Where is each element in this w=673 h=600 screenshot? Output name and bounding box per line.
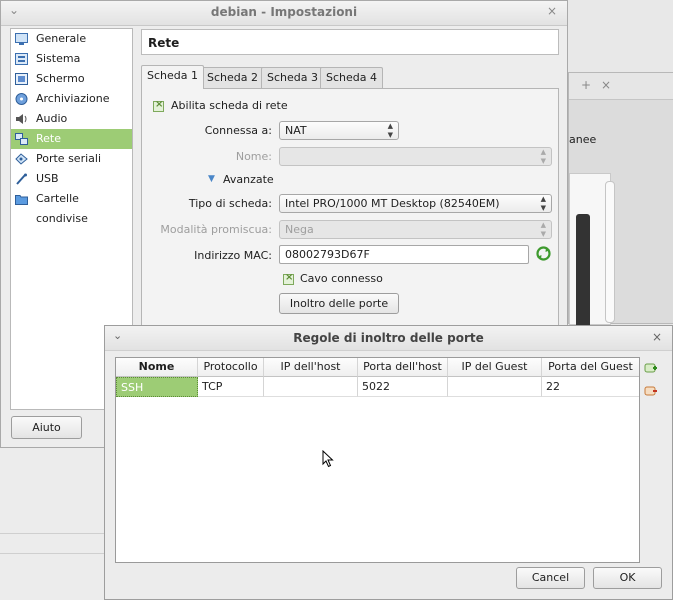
sidebar-item-audio[interactable]: Audio xyxy=(11,109,132,129)
settings-window-titlebar: ⌄ debian - Impostazioni × xyxy=(1,1,567,26)
add-rule-icon[interactable] xyxy=(644,361,658,375)
serial-ports-icon xyxy=(15,153,28,165)
close-icon[interactable]: × xyxy=(652,330,662,344)
underlying-window-bottom xyxy=(0,448,105,600)
cable-connected-label: Cavo connesso xyxy=(300,272,383,285)
enable-adapter-checkbox[interactable] xyxy=(153,99,164,112)
sidebar-item-label: Cartelle condivise xyxy=(36,192,88,225)
adapter-type-combobox[interactable]: Intel PRO/1000 MT Desktop (82540EM) ▲ ▼ xyxy=(279,194,552,213)
background-window-partial-text: anee xyxy=(569,133,597,146)
sidebar-item-archiviazione[interactable]: Archiviazione xyxy=(11,89,132,109)
cell-guest-ip[interactable] xyxy=(448,377,542,397)
mac-address-label: Indirizzo MAC: xyxy=(194,249,272,262)
sidebar-item-porte-seriali[interactable]: Porte seriali xyxy=(11,149,132,169)
network-icon xyxy=(15,133,28,145)
column-header-ip-host[interactable]: IP dell'host xyxy=(264,358,358,377)
column-header-ip-guest[interactable]: IP del Guest xyxy=(448,358,542,377)
column-header-nome[interactable]: Nome xyxy=(116,358,198,377)
dialog-titlebar: ⌄ Regole di inoltro delle porte × xyxy=(105,326,672,351)
adapter-type-label: Tipo di scheda: xyxy=(188,197,272,210)
dialog-title: Regole di inoltro delle porte xyxy=(293,331,484,345)
refresh-mac-icon[interactable] xyxy=(536,246,551,261)
attached-to-combobox[interactable]: NAT ▲ ▼ xyxy=(279,121,399,140)
name-label: Nome: xyxy=(235,150,272,163)
storage-icon xyxy=(15,93,28,105)
window-title: debian - Impostazioni xyxy=(210,5,358,19)
help-button[interactable]: Aiuto xyxy=(11,416,82,439)
updown-arrow-icon: ▲ ▼ xyxy=(387,122,393,139)
tab-scheda-1[interactable]: Scheda 1 xyxy=(141,65,204,89)
sidebar-item-schermo[interactable]: Schermo xyxy=(11,69,132,89)
column-header-protocollo[interactable]: Protocollo xyxy=(198,358,264,377)
divider xyxy=(0,533,105,534)
advanced-toggle[interactable]: Avanzate xyxy=(223,173,274,186)
cell-protocol[interactable]: TCP xyxy=(198,377,264,397)
tab-scheda-4[interactable]: Scheda 4 xyxy=(320,67,383,89)
sidebar-item-generale[interactable]: Generale xyxy=(11,29,132,49)
maximize-icon[interactable]: + xyxy=(581,78,591,92)
promiscuous-mode-value: Nega xyxy=(285,223,314,236)
mac-address-field[interactable]: 08002793D67F xyxy=(279,245,529,264)
tab-scheda-3[interactable]: Scheda 3 xyxy=(261,67,324,89)
cell-name[interactable]: SSH xyxy=(116,377,198,397)
shared-folders-icon xyxy=(15,195,28,205)
close-icon[interactable]: × xyxy=(547,4,557,18)
system-icon xyxy=(15,53,28,65)
promiscuous-mode-combobox[interactable]: Nega ▲ ▼ xyxy=(279,220,552,239)
updown-arrow-icon: ▲ ▼ xyxy=(540,221,546,238)
page-title: Rete xyxy=(141,29,559,55)
updown-arrow-icon: ▲ ▼ xyxy=(540,195,546,212)
updown-arrow-icon: ▲ ▼ xyxy=(540,148,546,165)
promiscuous-mode-label: Modalità promiscua: xyxy=(160,223,272,236)
port-forwarding-table: Nome Protocollo IP dell'host Porta dell'… xyxy=(115,357,640,563)
column-header-porta-host[interactable]: Porta dell'host xyxy=(358,358,448,377)
sidebar-item-cartelle-condivise[interactable]: Cartelle condivise xyxy=(11,189,132,225)
port-forwarding-dialog: ⌄ Regole di inoltro delle porte × Nome P… xyxy=(104,325,673,600)
sidebar-item-usb[interactable]: USB xyxy=(11,169,132,189)
column-header-porta-guest[interactable]: Porta del Guest xyxy=(542,358,639,377)
cell-host-ip[interactable] xyxy=(264,377,358,397)
background-window-titlebar: + × xyxy=(569,73,673,100)
sidebar-item-label: USB xyxy=(36,172,59,185)
audio-icon xyxy=(16,114,27,124)
sidebar-item-label: Rete xyxy=(36,132,61,145)
cell-host-port[interactable]: 5022 xyxy=(358,377,448,397)
sidebar-item-label: Audio xyxy=(36,112,68,125)
adapter-type-value: Intel PRO/1000 MT Desktop (82540EM) xyxy=(285,197,500,210)
sidebar-item-sistema[interactable]: Sistema xyxy=(11,49,132,69)
sidebar-item-label: Generale xyxy=(36,32,87,45)
sidebar-item-label: Schermo xyxy=(36,72,85,85)
general-icon xyxy=(15,33,28,45)
usb-icon xyxy=(16,173,27,185)
name-combobox[interactable]: ▲ ▼ xyxy=(279,147,552,166)
tab-scheda-2[interactable]: Scheda 2 xyxy=(201,67,264,89)
port-forwarding-button[interactable]: Inoltro delle porte xyxy=(279,293,399,314)
background-window: + × anee xyxy=(568,72,673,334)
sidebar-item-label: Porte seriali xyxy=(36,152,102,165)
ok-button[interactable]: OK xyxy=(593,567,662,589)
expand-triangle-icon[interactable]: ▼ xyxy=(208,174,215,184)
attached-to-value: NAT xyxy=(285,124,307,137)
divider xyxy=(0,553,105,554)
network-adapter-panel: Abilita scheda di rete Connessa a: NAT ▲… xyxy=(141,88,559,328)
preview-box xyxy=(576,214,590,334)
mouse-cursor-icon xyxy=(322,450,334,468)
attached-to-label: Connessa a: xyxy=(204,124,272,137)
cancel-button[interactable]: Cancel xyxy=(516,567,585,589)
close-icon[interactable]: × xyxy=(601,78,611,92)
background-window-scrollbar[interactable] xyxy=(605,181,615,323)
remove-rule-icon[interactable] xyxy=(644,384,658,398)
cell-guest-port[interactable]: 22 xyxy=(542,377,639,397)
sidebar-item-label: Sistema xyxy=(36,52,81,65)
enable-adapter-label: Abilita scheda di rete xyxy=(171,99,288,112)
sidebar-item-rete[interactable]: Rete xyxy=(11,129,132,149)
sidebar-item-label: Archiviazione xyxy=(36,92,110,105)
display-icon xyxy=(15,73,28,85)
cable-connected-checkbox[interactable] xyxy=(283,272,294,285)
